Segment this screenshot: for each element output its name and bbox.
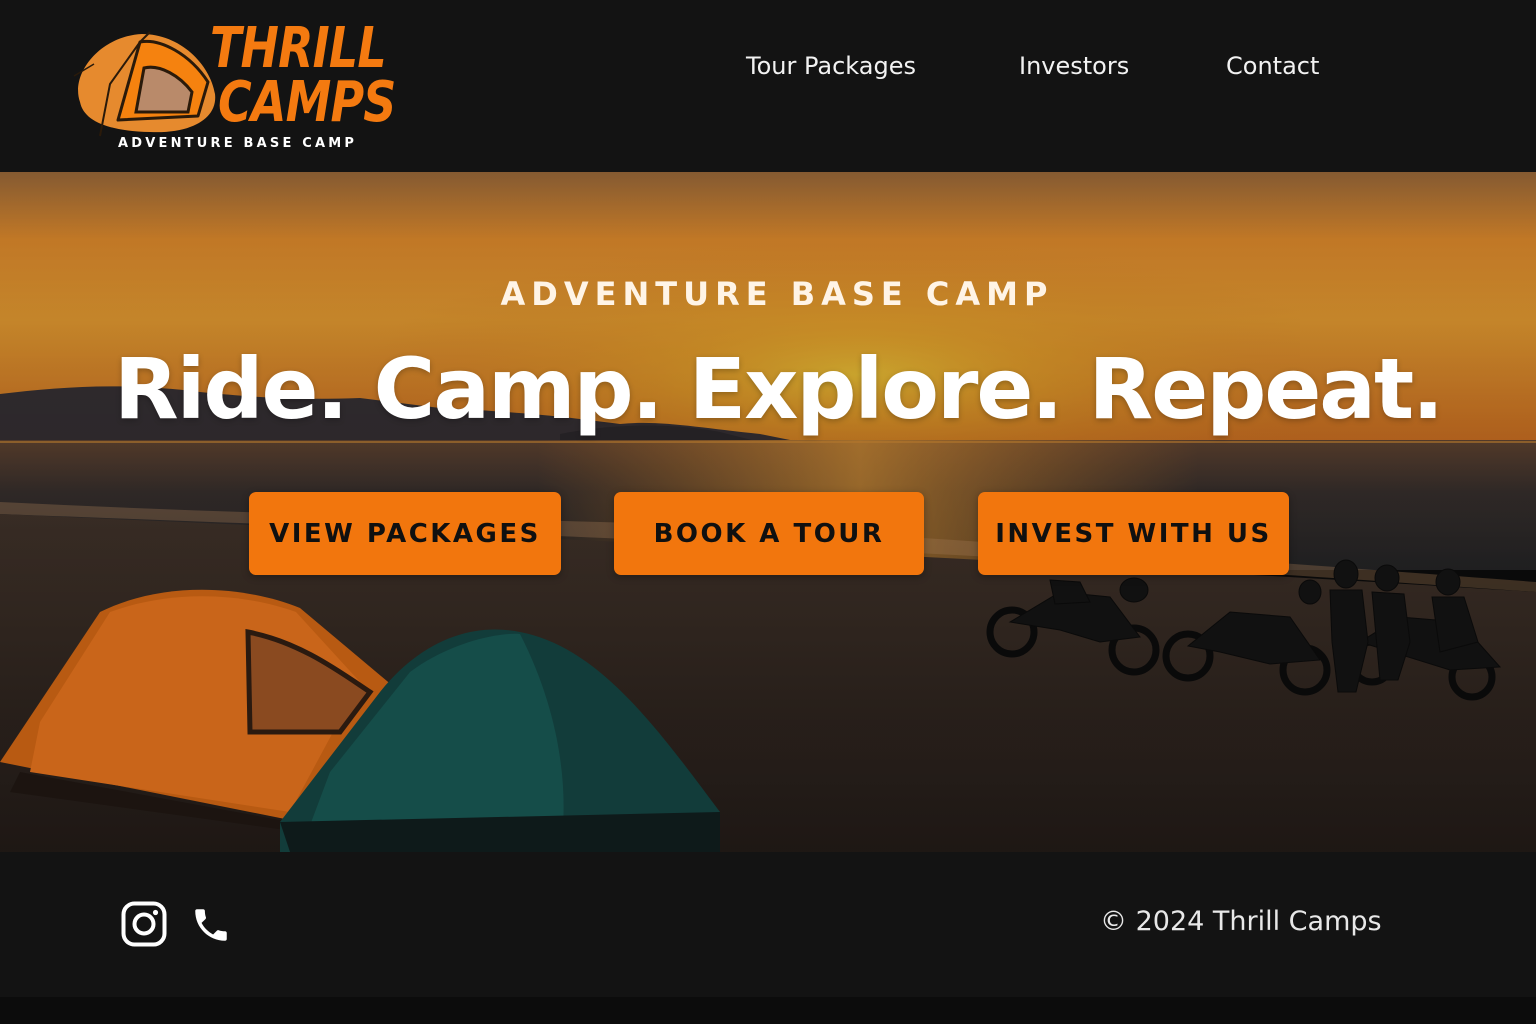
- nav-link-investors[interactable]: Investors: [1019, 52, 1129, 80]
- nav-link-tour-packages[interactable]: Tour Packages: [746, 52, 916, 80]
- instagram-icon[interactable]: [121, 901, 167, 947]
- copyright-text: © 2024 Thrill Camps: [1100, 906, 1382, 937]
- tent-logo-icon: [73, 31, 216, 137]
- phone-icon[interactable]: [190, 903, 232, 947]
- hero-eyebrow: ADVENTURE BASE CAMP: [500, 275, 1054, 313]
- book-a-tour-button[interactable]: BOOK A TOUR: [614, 492, 924, 575]
- brand-logo[interactable]: THRILL CAMPS ADVENTURE BASE CAMP: [70, 16, 396, 158]
- view-packages-button[interactable]: VIEW PACKAGES: [249, 492, 561, 575]
- brand-tagline: ADVENTURE BASE CAMP: [118, 136, 358, 151]
- footer-bottom-bar: [0, 997, 1536, 1024]
- nav-link-contact[interactable]: Contact: [1226, 52, 1319, 80]
- site-header: THRILL CAMPS ADVENTURE BASE CAMP Tour Pa…: [0, 0, 1536, 172]
- brand-name-line2: CAMPS: [218, 70, 396, 135]
- invest-with-us-button[interactable]: INVEST WITH US: [978, 492, 1289, 575]
- hero-headline: Ride. Camp. Explore. Repeat.: [113, 340, 1444, 438]
